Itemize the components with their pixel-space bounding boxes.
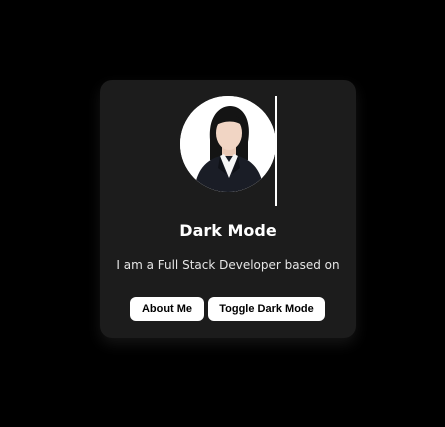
about-me-button[interactable]: About Me bbox=[130, 297, 204, 321]
profile-avatar bbox=[180, 96, 276, 192]
page: Dark Mode I am a Full Stack Developer ba… bbox=[0, 0, 445, 427]
profile-card: Dark Mode I am a Full Stack Developer ba… bbox=[100, 80, 356, 338]
card-title: Dark Mode bbox=[179, 221, 277, 240]
toggle-dark-mode-button[interactable]: Toggle Dark Mode bbox=[208, 297, 325, 321]
vertical-divider bbox=[275, 96, 277, 206]
card-subtitle: I am a Full Stack Developer based on bbox=[116, 258, 340, 272]
button-group: About Me Toggle Dark Mode bbox=[130, 297, 356, 321]
